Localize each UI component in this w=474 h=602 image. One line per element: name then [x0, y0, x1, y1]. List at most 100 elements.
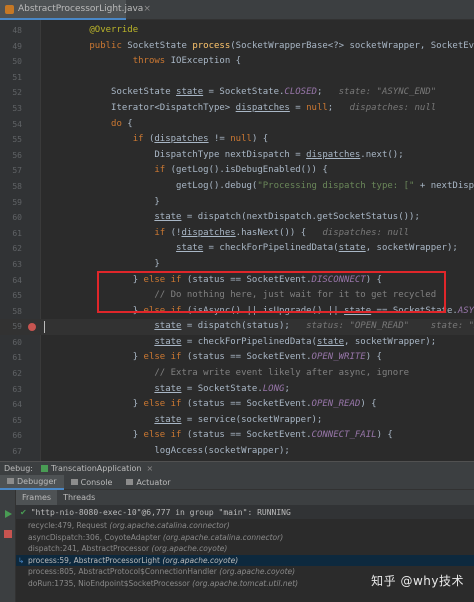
line-number[interactable]: 49	[0, 39, 22, 55]
editor-tab[interactable]: AbstractProcessorLight.java ×	[0, 0, 151, 20]
code-line[interactable]: 49 public SocketState process(SocketWrap…	[0, 39, 474, 55]
code-line[interactable]: 58 getLog().debug("Processing dispatch t…	[0, 179, 474, 195]
stack-frame[interactable]: asyncDispatch:306, CoyoteAdapter (org.ap…	[16, 532, 474, 544]
line-number[interactable]: 66	[0, 428, 22, 444]
line-number[interactable]: 52	[0, 85, 22, 101]
editor-tab-label: AbstractProcessorLight.java	[18, 4, 144, 14]
line-number[interactable]: 48	[0, 23, 22, 39]
code-text: if (!dispatches.hasNext()) { dispatches:…	[46, 226, 409, 242]
code-token: = SocketState.	[203, 87, 285, 98]
code-line[interactable]: 60 state = checkForPipelinedData(state, …	[0, 335, 474, 351]
code-line[interactable]: 62 // Extra write event likely after asy…	[0, 366, 474, 382]
code-line[interactable]: 56 DispatchType nextDispatch = dispatche…	[0, 148, 474, 164]
stack-frame-package: (org.apache.catalina.connector)	[109, 521, 230, 530]
stack-frame-method: process:59, AbstractProcessorLight	[28, 555, 163, 565]
code-token: (getLog().isDebugEnabled()) {	[170, 165, 328, 176]
code-token: }	[46, 430, 144, 441]
tab-frames[interactable]: Frames	[16, 490, 58, 505]
code-line[interactable]: 57 if (getLog().isDebugEnabled()) {	[0, 163, 474, 179]
resume-icon[interactable]	[5, 510, 12, 518]
code-token: , socketWrapper);	[365, 243, 458, 254]
line-number[interactable]: 53	[0, 101, 22, 117]
code-line[interactable]: 55 if (dispatches != null) {	[0, 132, 474, 148]
tab-console[interactable]: Console	[64, 475, 120, 490]
close-tab-icon[interactable]: ×	[143, 4, 151, 14]
code-line[interactable]: 63 state = SocketState.LONG;	[0, 382, 474, 398]
code-token: = dispatch(status);	[181, 321, 290, 332]
code-line[interactable]: 48 @Override	[0, 23, 474, 39]
line-number[interactable]: 60	[0, 335, 22, 351]
line-number[interactable]: 62	[0, 366, 22, 382]
stack-frame[interactable]: process:59, AbstractProcessorLight (org.…	[16, 554, 474, 566]
code-line[interactable]: 53 Iterator<DispatchType> dispatches = n…	[0, 101, 474, 117]
code-token: }	[46, 352, 144, 363]
code-text: state = dispatch(nextDispatch.getSocketS…	[46, 210, 420, 226]
code-line[interactable]: 52 SocketState state = SocketState.CLOSE…	[0, 85, 474, 101]
line-number[interactable]: 60	[0, 210, 22, 226]
line-number[interactable]: 54	[0, 117, 22, 133]
stack-frame-method: asyncDispatch:306, CoyoteAdapter	[28, 532, 163, 542]
code-token: state	[154, 321, 182, 332]
line-number[interactable]: 59	[0, 195, 22, 211]
code-line[interactable]: 66 } else if (status == SocketEvent.CONN…	[0, 428, 474, 444]
breakpoint-icon[interactable]	[28, 323, 36, 332]
code-token: state	[176, 87, 204, 98]
line-number[interactable]: 67	[0, 444, 22, 460]
code-line[interactable]: 62 state = checkForPipelinedData(state, …	[0, 241, 474, 257]
thread-selector[interactable]: ✔ "http-nio-8080-exec-10"@6,777 in group…	[16, 505, 474, 520]
line-number[interactable]: 61	[0, 226, 22, 242]
line-number[interactable]: 58	[0, 304, 22, 320]
code-token: (!	[170, 227, 182, 238]
line-number[interactable]: 58	[0, 179, 22, 195]
line-number[interactable]: 50	[0, 54, 22, 70]
code-line[interactable]: 60 state = dispatch(nextDispatch.getSock…	[0, 210, 474, 226]
tab-console-label: Console	[80, 477, 113, 487]
code-line[interactable]: 59 state = dispatch(status); status: "OP…	[0, 319, 474, 335]
code-line[interactable]: 64 } else if (status == SocketEvent.OPEN…	[0, 397, 474, 413]
code-editor[interactable]: 48 @Override 49 public SocketState proces…	[0, 20, 474, 461]
line-number[interactable]: 65	[0, 413, 22, 429]
code-line[interactable]: 51	[0, 70, 474, 86]
tab-actuator[interactable]: Actuator	[119, 475, 177, 490]
line-number[interactable]: 56	[0, 148, 22, 164]
line-number[interactable]: 63	[0, 382, 22, 398]
line-number[interactable]: 61	[0, 350, 22, 366]
code-line[interactable]: 59 }	[0, 195, 474, 211]
code-line[interactable]: 61 if (!dispatches.hasNext()) { dispatch…	[0, 226, 474, 242]
line-number[interactable]: 51	[0, 70, 22, 86]
line-number[interactable]: 64	[0, 397, 22, 413]
code-text: // Extra write event likely after async,…	[46, 366, 409, 382]
stop-icon[interactable]	[4, 530, 12, 538]
line-number[interactable]: 59	[0, 319, 22, 335]
tab-threads[interactable]: Threads	[57, 490, 101, 505]
line-number[interactable]: 63	[0, 257, 22, 273]
stack-frame-package: (org.apache.tomcat.util.net)	[192, 578, 299, 588]
code-line[interactable]: 65 state = service(socketWrapper);	[0, 413, 474, 429]
code-line[interactable]: 50 throws IOException {	[0, 54, 474, 70]
code-line[interactable]: 61 } else if (status == SocketEvent.OPEN…	[0, 350, 474, 366]
line-number[interactable]: 57	[0, 163, 22, 179]
stack-frame[interactable]: recycle:479, Request (org.apache.catalin…	[16, 520, 474, 532]
line-number[interactable]: 55	[0, 132, 22, 148]
line-number[interactable]: 62	[0, 241, 22, 257]
code-line[interactable]: 67 logAccess(socketWrapper);	[0, 444, 474, 460]
code-token: state	[154, 383, 182, 394]
close-session-icon[interactable]: ×	[146, 464, 153, 473]
code-text: Iterator<DispatchType> dispatches = null…	[46, 101, 436, 117]
code-token: // Extra write event likely after async,…	[154, 368, 410, 379]
code-token: CLOSED	[284, 87, 317, 98]
stack-frame[interactable]: dispatch:241, AbstractProcessor (org.apa…	[16, 543, 474, 555]
console-icon	[70, 479, 78, 485]
debug-session-tab[interactable]: TranscationApplication ×	[41, 464, 153, 473]
code-line[interactable]: 54 do {	[0, 117, 474, 133]
tab-debugger[interactable]: Debugger	[0, 474, 64, 490]
line-number[interactable]: 64	[0, 273, 22, 289]
line-number[interactable]: 65	[0, 288, 22, 304]
